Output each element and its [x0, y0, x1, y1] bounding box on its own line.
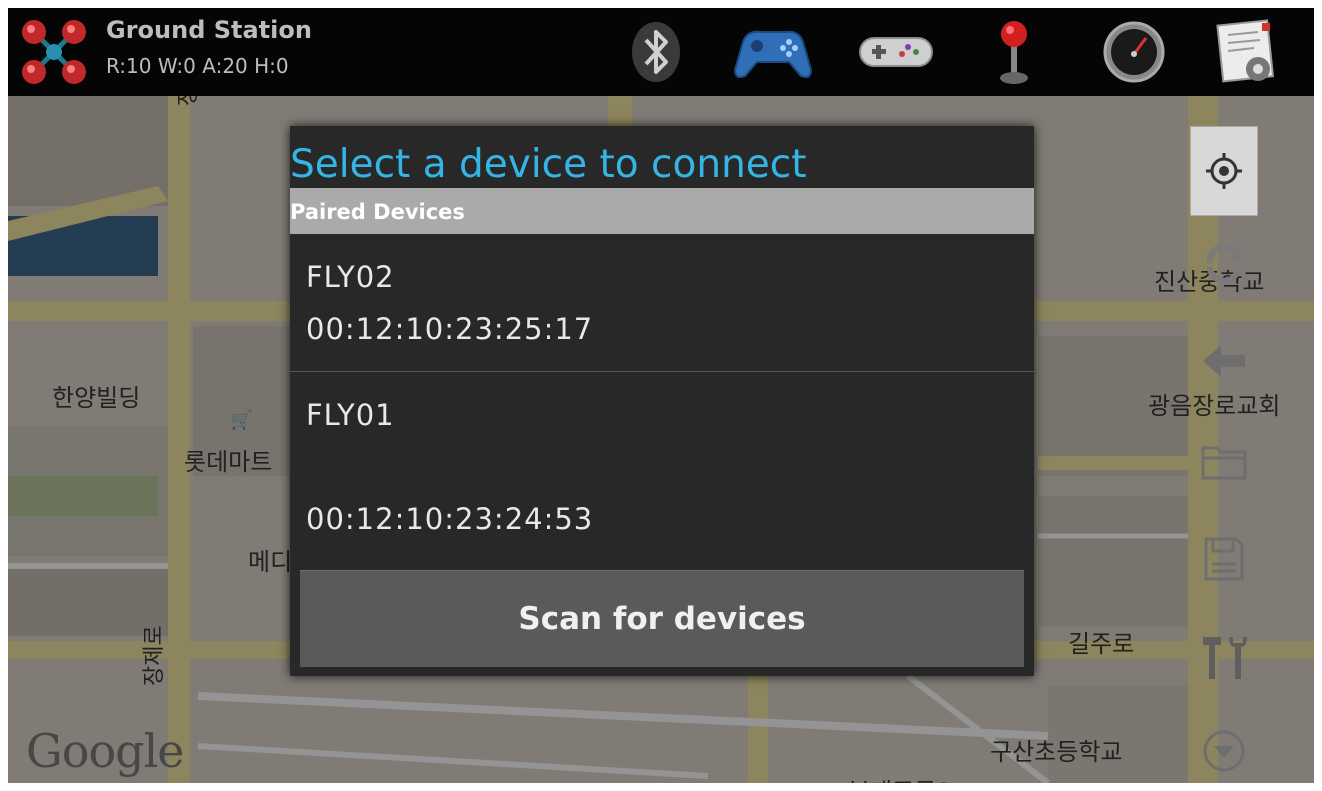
device-address: 00:12:10:23:25:17 [306, 312, 594, 346]
chevron-down-icon [1203, 730, 1245, 772]
controller-icon[interactable] [856, 16, 936, 88]
gamepad-icon[interactable] [733, 16, 813, 88]
dialog-title: Select a device to connect [290, 142, 807, 187]
back-button[interactable] [1190, 316, 1258, 406]
device-name: FLY02 [306, 260, 395, 294]
joystick-icon[interactable] [974, 16, 1054, 88]
back-arrow-icon [1203, 345, 1245, 377]
collapse-button[interactable] [1190, 706, 1258, 783]
device-name: FLY01 [306, 398, 395, 432]
locate-button[interactable] [1190, 126, 1258, 216]
folder-icon [1201, 446, 1247, 480]
device-list-item[interactable]: FLY01 00:12:10:23:24:53 [290, 372, 1034, 568]
tools-icon [1203, 637, 1247, 679]
tools-button[interactable] [1190, 612, 1258, 702]
device-address: 00:12:10:23:24:53 [306, 502, 594, 536]
save-button[interactable] [1190, 514, 1258, 604]
app-logo-icon[interactable] [16, 14, 92, 90]
save-icon [1204, 537, 1244, 581]
app-window: Ground Station R:10 W:0 A:20 H:0 한양빌딩 🛒 … [8, 8, 1314, 783]
locate-icon [1206, 153, 1242, 189]
device-list-item[interactable]: FLY02 00:12:10:23:25:17 [290, 234, 1034, 371]
app-title: Ground Station [106, 16, 312, 44]
action-bar: Ground Station R:10 W:0 A:20 H:0 [8, 8, 1314, 96]
scan-devices-button[interactable]: Scan for devices [300, 570, 1024, 667]
device-select-dialog: Select a device to connect Paired Device… [290, 126, 1034, 676]
open-button[interactable] [1190, 416, 1258, 506]
rotate-icon [1206, 243, 1244, 284]
settings-document-icon[interactable] [1206, 16, 1286, 88]
bluetooth-icon[interactable] [616, 16, 696, 88]
rotate-button[interactable] [1190, 218, 1258, 308]
right-toolbar [1190, 126, 1258, 783]
app-status-text: R:10 W:0 A:20 H:0 [106, 54, 289, 78]
speedometer-icon[interactable] [1094, 16, 1174, 88]
section-header-label: Paired Devices [290, 200, 465, 224]
paired-devices-header: Paired Devices [290, 188, 1034, 234]
